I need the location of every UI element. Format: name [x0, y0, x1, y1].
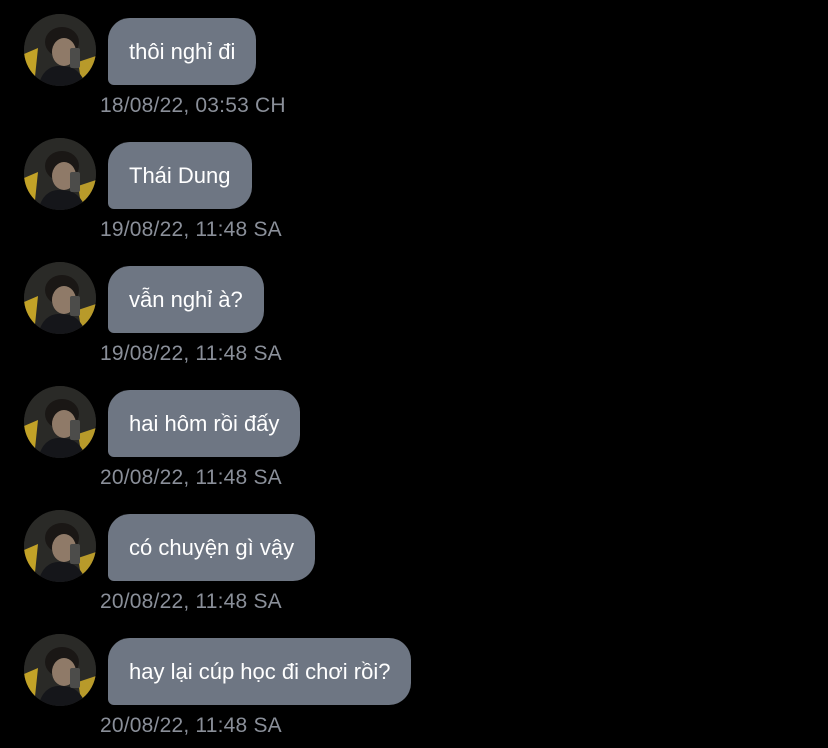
avatar-photo-icon — [24, 138, 96, 210]
message-bubble[interactable]: có chuyện gì vậy — [108, 514, 316, 581]
message-bubble[interactable]: thôi nghỉ đi — [108, 18, 257, 85]
message-timestamp: 18/08/22, 03:53 CH — [100, 94, 286, 117]
avatar[interactable] — [24, 634, 96, 706]
message-bubble[interactable]: Thái Dung — [108, 142, 252, 209]
avatar[interactable] — [24, 386, 96, 458]
avatar-photo-icon — [24, 634, 96, 706]
message-text: hai hôm rồi đấy — [129, 410, 280, 436]
message-text: Thái Dung — [129, 162, 231, 188]
message-row: hay lại cúp học đi chơi rồi? 20/08/22, 1… — [0, 620, 828, 744]
avatar[interactable] — [24, 510, 96, 582]
message-text: hay lại cúp học đi chơi rồi? — [129, 658, 391, 684]
message-text: vẫn nghỉ à? — [129, 286, 243, 312]
message-bubble[interactable]: vẫn nghỉ à? — [108, 266, 264, 333]
avatar-photo-icon — [24, 14, 96, 86]
avatar[interactable] — [24, 138, 96, 210]
message-text: thôi nghỉ đi — [129, 38, 236, 64]
message-timestamp: 20/08/22, 11:48 SA — [100, 714, 282, 737]
avatar-photo-icon — [24, 510, 96, 582]
message-bubble[interactable]: hai hôm rồi đấy — [108, 390, 301, 457]
message-thread: thôi nghỉ đi 18/08/22, 03:53 CH Thái Dun… — [0, 0, 828, 748]
message-text: có chuyện gì vậy — [129, 534, 295, 560]
message-row: Thái Dung 19/08/22, 11:48 SA — [0, 124, 828, 248]
message-timestamp: 20/08/22, 11:48 SA — [100, 590, 282, 613]
avatar[interactable] — [24, 14, 96, 86]
message-row: hai hôm rồi đấy 20/08/22, 11:48 SA — [0, 372, 828, 496]
avatar[interactable] — [24, 262, 96, 334]
message-row: có chuyện gì vậy 20/08/22, 11:48 SA — [0, 496, 828, 620]
message-timestamp: 19/08/22, 11:48 SA — [100, 342, 282, 365]
message-timestamp: 20/08/22, 11:48 SA — [100, 466, 282, 489]
message-timestamp: 19/08/22, 11:48 SA — [100, 218, 282, 241]
message-bubble[interactable]: hay lại cúp học đi chơi rồi? — [108, 638, 412, 705]
avatar-photo-icon — [24, 386, 96, 458]
avatar-photo-icon — [24, 262, 96, 334]
message-row: vẫn nghỉ à? 19/08/22, 11:48 SA — [0, 248, 828, 372]
message-row: thôi nghỉ đi 18/08/22, 03:53 CH — [0, 0, 828, 124]
